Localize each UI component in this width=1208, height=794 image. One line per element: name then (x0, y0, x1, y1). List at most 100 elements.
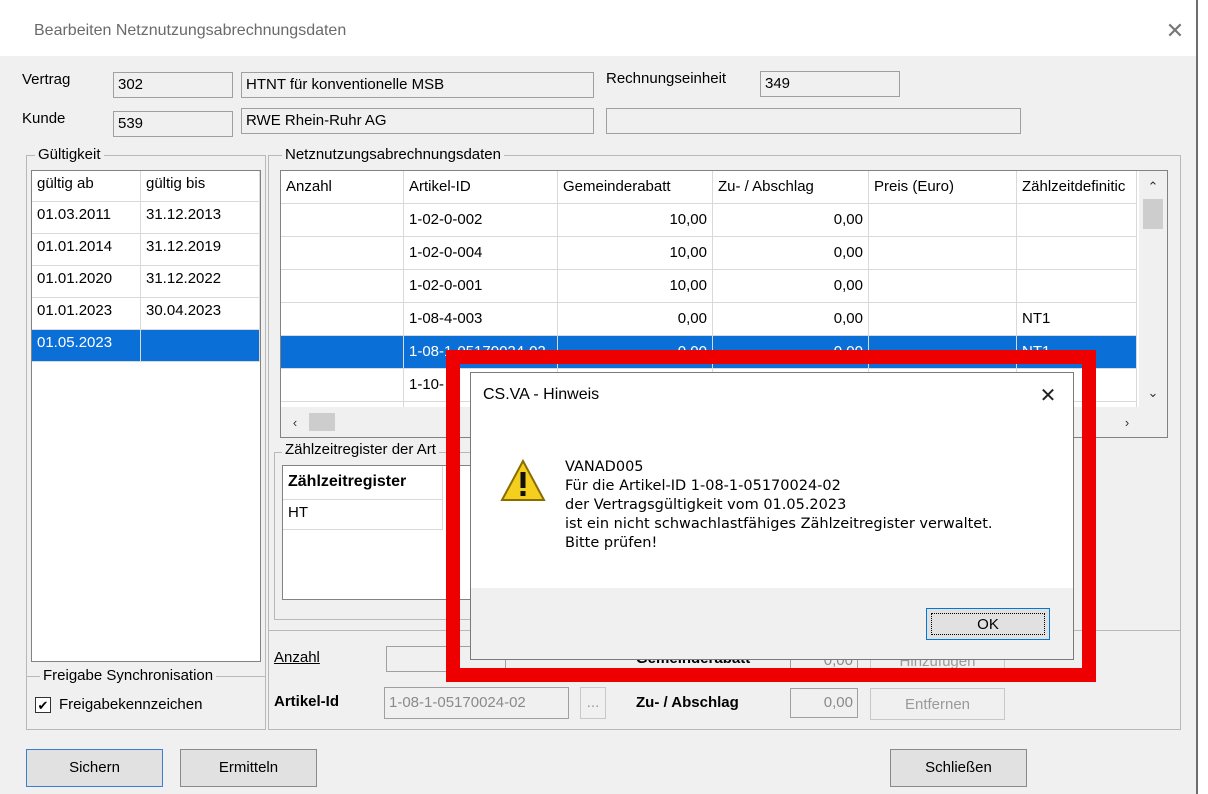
warning-icon (500, 458, 546, 504)
nna-row[interactable]: 1-02-0-002 10,00 0,00 (281, 204, 1139, 237)
gueltig-ab-cell[interactable]: 01.01.2020 (32, 266, 141, 298)
zaehlzeitregister-legend: Zählzeitregister der Art (282, 441, 439, 458)
artikel-browse-button[interactable]: ... (580, 687, 606, 719)
nna-cell-artikel[interactable]: 1-02-0-001 (404, 270, 558, 303)
gueltig-ab-cell[interactable]: 01.01.2023 (32, 298, 141, 330)
nna-cell-anzahl[interactable] (281, 270, 404, 303)
nna-col-header[interactable]: Zu- / Abschlag (713, 171, 869, 204)
nna-col-header[interactable]: Gemeinderabatt (558, 171, 713, 204)
nna-cell-rabatt[interactable]: 0,00 (558, 303, 713, 336)
zu-abschlag-field[interactable]: 0,00 (790, 688, 858, 718)
dialog-line-2: Für die Artikel-ID 1-08-1-05170024-02 (565, 478, 841, 494)
nna-col-header[interactable]: Preis (Euro) (869, 171, 1017, 204)
artikel-id-label: Artikel-Id (274, 693, 340, 710)
dialog-title: CS.VA - Hinweis (483, 386, 600, 403)
freigabe-checkbox[interactable]: ✔ (35, 697, 51, 713)
dialog-line-3: der Vertragsgültigkeit vom 01.05.2023 (565, 497, 847, 513)
nna-row[interactable]: 1-02-0-004 10,00 0,00 (281, 237, 1139, 270)
scroll-right-icon[interactable]: › (1117, 413, 1137, 433)
nna-legend: Netznutzungsabrechnungsdaten (282, 146, 504, 163)
anzahl-label: Anzahl (274, 649, 320, 666)
nna-cell-artikel[interactable]: 1-02-0-002 (404, 204, 558, 237)
kunde-label: Kunde (22, 110, 66, 127)
col-header-gueltig-bis[interactable]: gültig bis (141, 171, 260, 202)
gueltigkeit-row[interactable]: 01.01.2020 31.12.2022 (32, 266, 260, 298)
gueltig-ab-cell[interactable]: 01.05.2023 (32, 330, 141, 362)
kunde-nr-field[interactable]: 539 (113, 111, 233, 137)
gueltig-bis-cell[interactable]: 30.04.2023 (141, 298, 260, 330)
gueltigkeit-legend: Gültigkeit (35, 146, 104, 163)
nna-cell-preis[interactable] (869, 270, 1017, 303)
rechnungseinheit-field[interactable]: 349 (760, 71, 900, 97)
gueltigkeit-row[interactable]: 01.01.2023 30.04.2023 (32, 298, 260, 330)
gueltig-bis-cell[interactable]: 31.12.2022 (141, 266, 260, 298)
gueltig-ab-cell[interactable]: 01.01.2014 (32, 234, 141, 266)
nna-col-header[interactable]: Zählzeitdefinitic (1017, 171, 1137, 204)
dialog-line-5: Bitte prüfen! (565, 535, 658, 551)
gueltig-bis-cell[interactable]: 31.12.2013 (141, 202, 260, 234)
col-header-zaehlzeitregister[interactable]: Zählzeitregister (283, 466, 443, 500)
nna-cell-anzahl[interactable] (281, 237, 404, 270)
dialog-line-1: VANAD005 (565, 459, 644, 475)
gueltigkeit-row[interactable]: 01.03.2011 31.12.2013 (32, 202, 260, 234)
nna-cell-zuab[interactable]: 0,00 (713, 303, 869, 336)
nna-col-header[interactable]: Artikel-ID (404, 171, 558, 204)
gueltig-bis-cell[interactable] (141, 330, 260, 362)
freigabe-legend: Freigabe Synchronisation (40, 667, 217, 684)
gueltigkeit-row[interactable]: 01.05.2023 (32, 330, 260, 362)
nna-cell-preis[interactable] (869, 303, 1017, 336)
dialog-ok-label: OK (931, 613, 1045, 635)
window-title: Bearbeiten Netznutzungsabrechnungsdaten (34, 22, 347, 39)
nna-hscroll-thumb[interactable] (309, 413, 335, 431)
gueltigkeit-table: gültig ab gültig bis 01.03.2011 31.12.201… (31, 170, 261, 662)
dialog-close-icon[interactable]: ✕ (1036, 382, 1060, 410)
gueltigkeit-row[interactable]: 01.01.2014 31.12.2019 (32, 234, 260, 266)
nna-cell-zuab[interactable]: 0,00 (713, 270, 869, 303)
nna-cell-anzahl[interactable] (281, 303, 404, 336)
nna-row[interactable]: 1-02-0-001 10,00 0,00 (281, 270, 1139, 303)
nna-cell-zuab[interactable]: 0,00 (713, 204, 869, 237)
entfernen-button[interactable]: Entfernen (870, 688, 1005, 720)
vertrag-nr-field[interactable]: 302 (113, 72, 233, 98)
nna-cell-artikel[interactable]: 1-08-4-003 (404, 303, 558, 336)
nna-cell-artikel[interactable]: 1-02-0-004 (404, 237, 558, 270)
gueltig-ab-cell[interactable]: 01.03.2011 (32, 202, 141, 234)
nna-cell-preis[interactable] (869, 204, 1017, 237)
nna-row[interactable]: 1-08-4-003 0,00 0,00 NT1 (281, 303, 1139, 336)
col-header-gueltig-ab[interactable]: gültig ab (32, 171, 141, 202)
nna-vscroll-thumb[interactable] (1143, 199, 1163, 229)
schliessen-button[interactable]: Schließen (890, 749, 1027, 787)
freigabe-checkbox-label: Freigabekennzeichen (59, 696, 203, 713)
nna-col-header[interactable]: Anzahl (281, 171, 404, 204)
nna-cell-anzahl[interactable] (281, 369, 404, 402)
vertrag-name-field[interactable]: HTNT für konventionelle MSB (241, 72, 594, 98)
scroll-left-icon[interactable]: ‹ (285, 413, 305, 433)
zu-abschlag-label: Zu- / Abschlag (636, 694, 739, 711)
nna-cell-anzahl[interactable] (281, 204, 404, 237)
nna-cell-zuab[interactable]: 0,00 (713, 237, 869, 270)
gueltig-bis-cell[interactable]: 31.12.2019 (141, 234, 260, 266)
nna-cell-zzd[interactable]: NT1 (1017, 303, 1137, 336)
scroll-up-icon[interactable]: ⌃ (1143, 177, 1163, 197)
kunde-extra-field[interactable] (606, 108, 1021, 134)
nna-cell-rabatt[interactable]: 10,00 (558, 270, 713, 303)
nna-cell-anzahl[interactable] (281, 336, 404, 369)
nna-cell-rabatt[interactable]: 10,00 (558, 237, 713, 270)
scroll-down-icon[interactable]: ⌄ (1143, 383, 1163, 403)
nna-cell-zzd[interactable] (1017, 270, 1137, 303)
nna-cell-zzd[interactable] (1017, 237, 1137, 270)
nna-cell-rabatt[interactable]: 10,00 (558, 204, 713, 237)
window-edge (1196, 0, 1208, 794)
dialog-message: VANAD005 Für die Artikel-ID 1-08-1-05170… (565, 458, 993, 553)
rechnungseinheit-label: Rechnungseinheit (606, 70, 727, 87)
artikel-id-field[interactable]: 1-08-1-05170024-02 (384, 687, 569, 719)
dialog-ok-button[interactable]: OK (926, 608, 1050, 640)
nna-cell-zzd[interactable] (1017, 204, 1137, 237)
kunde-name-field[interactable]: RWE Rhein-Ruhr AG (241, 108, 594, 134)
window-close-icon[interactable]: ✕ (1160, 16, 1190, 46)
dialog-line-4: ist ein nicht schwachlastfähiges Zählzei… (565, 516, 993, 532)
ermitteln-button[interactable]: Ermitteln (180, 749, 317, 787)
sichern-button[interactable]: Sichern (26, 749, 163, 787)
nna-cell-preis[interactable] (869, 237, 1017, 270)
zaehlzeitregister-row[interactable]: HT (283, 500, 443, 530)
